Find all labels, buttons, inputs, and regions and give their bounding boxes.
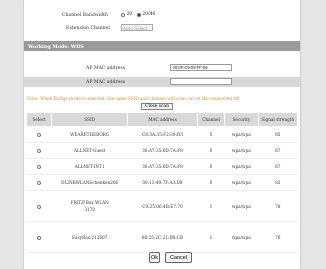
col-signal: Signal strength: [257, 112, 299, 127]
row-select-radio[interactable]: [37, 165, 42, 169]
row-signal: 82: [258, 174, 298, 191]
table-row[interactable]: ALLNET-INT1 30:A7:35:6D:7A:F8 6 wpa/wpa …: [26, 158, 298, 175]
ap-mac-input-1[interactable]: [170, 64, 232, 71]
ap-mac-label-2: AP MAC address: [86, 80, 126, 85]
row-ssid: WEARETHEBORG: [51, 126, 128, 143]
table-row[interactable]: EasyBox-212607 88:25:2C:21:D8:CB 1 wpa/w…: [26, 221, 298, 253]
dialog-buttons: Ok Cancel: [24, 252, 300, 265]
col-security: Security: [224, 112, 259, 127]
col-select: Select: [25, 112, 53, 127]
row-select-radio[interactable]: [37, 149, 42, 153]
row-channel: 6: [197, 174, 225, 191]
col-mac: MAC address: [127, 112, 198, 127]
row-mac: C0:25:06:4B:E7:70: [127, 190, 198, 222]
row-select-radio[interactable]: [37, 133, 42, 137]
row-ssid: FRITZ!Box WLAN 3170: [51, 190, 128, 222]
row-channel: 5: [197, 126, 225, 143]
scan-results-table: Select SSID MAC address Channel Security…: [25, 112, 299, 253]
row-mac: 30:A7:35:6D:7A:F8: [127, 158, 198, 175]
section-title: Working Mode: WDS: [28, 43, 84, 50]
table-header-row: Select SSID MAC address Channel Security…: [25, 112, 299, 127]
row-signal: 87: [258, 142, 298, 159]
bandwidth-20-40-radio[interactable]: [136, 12, 141, 17]
extension-channel-row: Extension Channel Auto Select: [24, 23, 300, 33]
row-security: wpa/wpa: [224, 142, 259, 159]
row-channel: 6: [197, 158, 225, 175]
col-channel: Channel: [196, 112, 226, 127]
row-ssid: DLINKWLANSchenken206: [51, 174, 128, 191]
row-channel: 1: [197, 190, 225, 222]
row-security: wpa/wpa: [224, 126, 259, 143]
row-security: wpa/wpa: [224, 158, 259, 175]
row-ssid: ALLNET-Guest: [51, 142, 128, 159]
ap-mac-row-1: AP MAC address: [24, 63, 300, 73]
row-security: wpa/wpa: [224, 174, 259, 191]
row-ssid: ALLNET-INT1: [51, 158, 128, 175]
row-mac: 88:25:2C:21:D8:CB: [127, 221, 198, 253]
row-signal: 87: [258, 158, 298, 175]
working-mode-section-header: Working Mode: WDS: [24, 41, 300, 51]
table-row[interactable]: ALLNET-Guest 30:A7:35:6D:7A:F8 6 wpa/wpa…: [26, 142, 298, 159]
bandwidth-20-radio[interactable]: [121, 12, 125, 17]
channel-bandwidth-row: Channel Bandwidth 20 20/40: [24, 10, 300, 20]
row-signal: 78: [258, 190, 298, 222]
row-mac: 30:A7:35:6D:7A:F8: [127, 142, 198, 159]
ok-button[interactable]: Ok: [149, 252, 160, 263]
row-signal: 76: [258, 221, 298, 253]
bandwidth-20-label: 20: [126, 12, 133, 17]
table-row[interactable]: FRITZ!Box WLAN 3170 C0:25:06:4B:E7:70 1 …: [26, 190, 298, 222]
ap-mac-label-1: AP MAC address: [86, 66, 126, 71]
col-ssid: SSID: [51, 112, 129, 127]
channel-bandwidth-options: 20 20/40: [121, 12, 155, 18]
row-select-radio[interactable]: [37, 235, 42, 240]
row-signal: 85: [258, 126, 298, 143]
table-row[interactable]: WEARETHEBORG C8:3A:35:F2:39:D3 5 wpa/wpa…: [26, 126, 298, 143]
row-ssid-line-1: FRITZ!Box WLAN: [70, 200, 109, 205]
row-security: wpa/wpa: [224, 221, 259, 253]
extension-channel-select[interactable]: Auto Select: [121, 24, 153, 31]
table-row[interactable]: DLINKWLANSchenken206 00:13:49:7F:A3:D8 6…: [26, 174, 298, 191]
extension-channel-label: Extension Channel: [66, 26, 110, 31]
row-ssid-line-2: 3170: [84, 207, 96, 212]
cancel-button[interactable]: Cancel: [165, 252, 192, 263]
row-select-radio[interactable]: [37, 204, 42, 209]
row-select-radio[interactable]: [37, 181, 42, 185]
row-security: wpa/wpa: [224, 190, 259, 222]
row-mac: 00:13:49:7F:A3:D8: [127, 174, 198, 191]
row-mac: C8:3A:35:F2:39:D3: [127, 126, 198, 143]
bridge-mode-note: Note: When Bridge mode is selected, the …: [27, 96, 240, 101]
close-scan-button[interactable]: Close scan: [141, 103, 173, 110]
bandwidth-20-40-label: 20/40: [142, 12, 156, 17]
row-channel: 6: [197, 142, 225, 159]
ap-mac-row-2: AP MAC address: [24, 77, 300, 87]
extension-channel-value: Auto Select: [123, 26, 148, 31]
settings-panel: Channel Bandwidth 20 20/40 Extension Cha…: [24, 0, 300, 269]
channel-bandwidth-label: Channel Bandwidth: [62, 13, 108, 18]
row-channel: 1: [197, 221, 225, 253]
ap-mac-input-2[interactable]: [170, 78, 232, 85]
row-ssid: EasyBox-212607: [51, 221, 128, 253]
